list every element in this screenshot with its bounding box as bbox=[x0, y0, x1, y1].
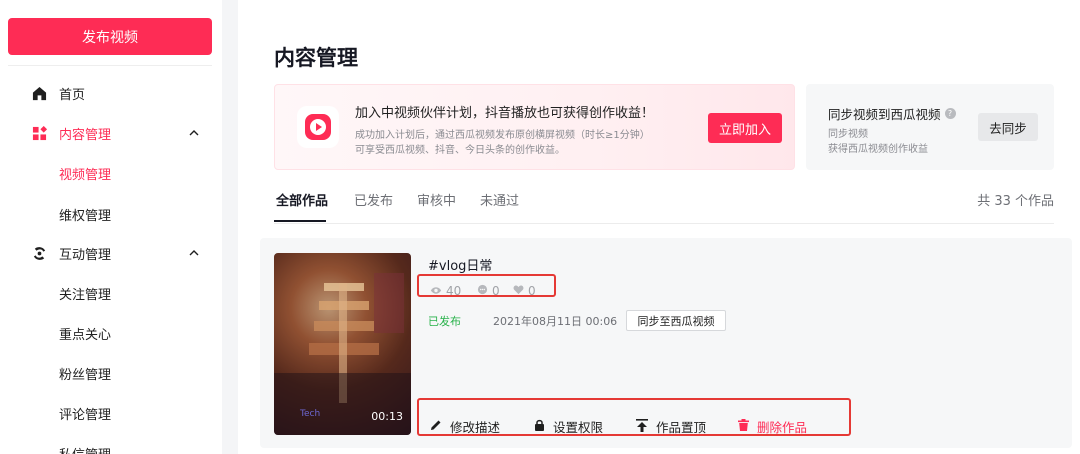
action-label: 作品置顶 bbox=[656, 420, 707, 435]
promo-title: 加入中视频伙伴计划，抖音播放也可获得创作收益！ bbox=[355, 106, 655, 121]
views-count: 40 bbox=[446, 284, 462, 298]
join-now-button[interactable]: 立即加入 bbox=[708, 113, 782, 143]
sidebar-item-label: 维权管理 bbox=[59, 208, 112, 224]
sidebar-item-label: 首页 bbox=[59, 87, 86, 103]
sidebar-divider bbox=[8, 65, 212, 66]
video-thumbnail[interactable]: Tech 00:13 bbox=[274, 253, 411, 435]
sidebar-item-label: 互动管理 bbox=[59, 247, 112, 263]
sidebar-item-comment-management[interactable]: 评论管理 bbox=[0, 393, 222, 433]
pencil-icon bbox=[430, 419, 442, 434]
works-total-count: 共 33 个作品 bbox=[977, 194, 1054, 209]
home-icon bbox=[31, 85, 47, 101]
action-label: 设置权限 bbox=[553, 420, 604, 435]
eye-icon bbox=[430, 284, 442, 298]
heart-icon bbox=[513, 284, 524, 298]
thumbnail-scene bbox=[274, 253, 411, 435]
publish-video-button[interactable]: 发布视频 bbox=[8, 18, 212, 55]
delete-work-button[interactable]: 删除作品 bbox=[738, 417, 807, 436]
edit-description-button[interactable]: 修改描述 bbox=[430, 417, 500, 436]
lock-icon bbox=[534, 419, 545, 434]
works-tabs: 全部作品 已发布 审核中 未通过 共 33 个作品 bbox=[274, 190, 1054, 224]
interaction-icon bbox=[31, 245, 47, 261]
pin-work-button[interactable]: 作品置顶 bbox=[636, 417, 706, 436]
work-item: Tech 00:13 #vlog日常 40 0 0 已发布 2021年08月11… bbox=[260, 238, 1072, 448]
sidebar-item-label: 私信管理 bbox=[59, 444, 111, 454]
sync-xigua-card: 同步视频到西瓜视频 ? 同步视频 获得西瓜视频创作收益 去同步 bbox=[806, 84, 1054, 170]
sync-card-title: 同步视频到西瓜视频 ? bbox=[828, 104, 956, 123]
video-duration: 00:13 bbox=[371, 410, 403, 423]
publish-date: 2021年08月11日 00:06 bbox=[493, 315, 618, 328]
promo-description: 可享受西瓜视频、抖音、今日头条的创作收益。 bbox=[355, 145, 565, 156]
work-title: #vlog日常 bbox=[428, 259, 493, 274]
sidebar-item-key-care[interactable]: 重点关心 bbox=[0, 313, 222, 353]
sidebar-item-label: 视频管理 bbox=[59, 167, 112, 183]
trash-icon bbox=[738, 419, 749, 434]
sync-card-title-text: 同步视频到西瓜视频 bbox=[828, 107, 941, 122]
set-permission-button[interactable]: 设置权限 bbox=[534, 417, 603, 436]
sidebar-item-label: 粉丝管理 bbox=[59, 367, 112, 383]
chevron-up-icon bbox=[188, 247, 200, 259]
promo-description: 成功加入计划后，通过西瓜视频发布原创横屏视频（时长≥1分钟） bbox=[355, 130, 650, 141]
sidebar-item-label: 内容管理 bbox=[59, 127, 112, 143]
main-content: 内容管理 加入中视频伙伴计划，抖音播放也可获得创作收益！ 成功加入计划后，通过西… bbox=[238, 0, 1080, 454]
tab-reviewing[interactable]: 审核中 bbox=[417, 190, 456, 209]
sidebar-item-interaction[interactable]: 互动管理 bbox=[0, 233, 222, 273]
content-grid-icon bbox=[31, 125, 47, 141]
sidebar-item-follow-management[interactable]: 关注管理 bbox=[0, 273, 222, 313]
xigua-logo-icon bbox=[297, 106, 339, 148]
sidebar-item-content[interactable]: 内容管理 bbox=[0, 113, 222, 153]
tab-all-works[interactable]: 全部作品 bbox=[276, 190, 328, 209]
page-title: 内容管理 bbox=[274, 46, 358, 70]
likes-count: 0 bbox=[528, 284, 536, 298]
action-label: 删除作品 bbox=[757, 420, 808, 435]
thumbnail-watermark: Tech bbox=[300, 409, 321, 419]
sync-description: 获得西瓜视频创作收益 bbox=[828, 144, 928, 155]
sidebar-item-rights-management[interactable]: 维权管理 bbox=[0, 194, 222, 234]
active-tab-underline bbox=[274, 220, 326, 222]
sync-to-xigua-button[interactable]: 同步至西瓜视频 bbox=[626, 310, 726, 331]
tab-rejected[interactable]: 未通过 bbox=[480, 190, 519, 209]
partner-plan-banner: 加入中视频伙伴计划，抖音播放也可获得创作收益！ 成功加入计划后，通过西瓜视频发布… bbox=[274, 84, 795, 170]
comments-count: 0 bbox=[492, 284, 500, 298]
action-label: 修改描述 bbox=[450, 420, 501, 435]
sidebar-item-home[interactable]: 首页 bbox=[0, 73, 222, 113]
comments-stat: 0 bbox=[477, 284, 500, 298]
comment-icon bbox=[477, 284, 488, 298]
sidebar: 发布视频 首页 内容管理 视频管理 维权管理 互动管理 关注管理 重点关心 粉丝… bbox=[0, 0, 222, 454]
chevron-up-icon bbox=[188, 127, 200, 139]
sidebar-item-label: 评论管理 bbox=[59, 407, 112, 423]
sync-description: 同步视频 bbox=[828, 129, 868, 140]
tab-published[interactable]: 已发布 bbox=[354, 190, 393, 209]
views-stat: 40 bbox=[430, 284, 461, 298]
sidebar-item-fans-management[interactable]: 粉丝管理 bbox=[0, 353, 222, 393]
go-sync-button[interactable]: 去同步 bbox=[978, 113, 1038, 141]
sidebar-item-message-management[interactable]: 私信管理 bbox=[0, 433, 222, 454]
sidebar-item-label: 关注管理 bbox=[59, 287, 112, 303]
pin-top-icon bbox=[636, 418, 648, 435]
sidebar-item-label: 重点关心 bbox=[59, 327, 112, 343]
sidebar-item-video-management[interactable]: 视频管理 bbox=[0, 153, 222, 193]
help-icon[interactable]: ? bbox=[944, 108, 956, 119]
status-badge: 已发布 bbox=[428, 315, 461, 328]
likes-stat: 0 bbox=[513, 284, 536, 298]
